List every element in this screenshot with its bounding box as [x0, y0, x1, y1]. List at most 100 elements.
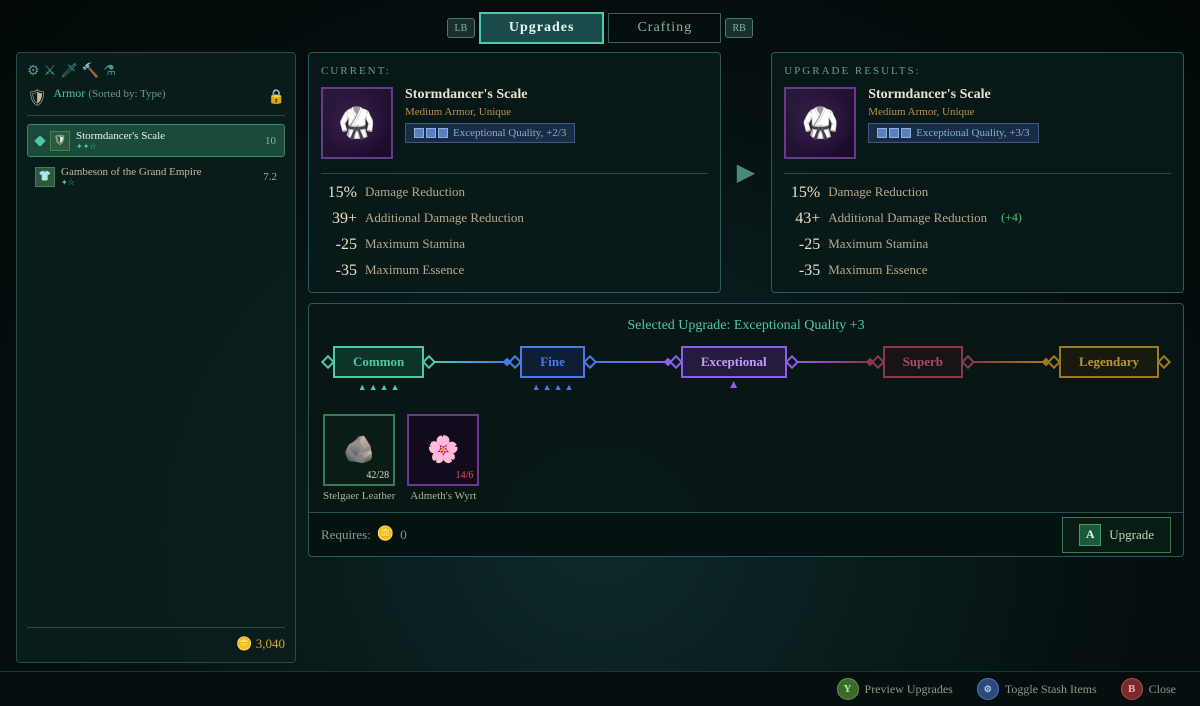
exceptional-diamond-right	[785, 355, 799, 369]
leather-count: 42/28	[366, 470, 389, 481]
upgrade-stat-value-2: 43+	[784, 210, 820, 228]
tier-exceptional[interactable]: Exceptional ▲	[671, 346, 797, 378]
superb-diamond-right	[961, 355, 975, 369]
armor-label: Armor (Sorted by: Type)	[53, 86, 165, 101]
common-star-1: ▲	[358, 382, 367, 392]
fine-star-4: ▲	[564, 382, 573, 392]
arrow-divider: ▶	[733, 52, 759, 293]
common-label: Common ▲ ▲ ▲ ▲	[333, 346, 424, 378]
item-name-stormdancer: Stormdancer's Scale	[76, 130, 259, 142]
upgrade-item-thumbnail: 🥋	[784, 87, 856, 159]
upgrade-stat-row-4: -35 Maximum Essence	[784, 262, 1171, 280]
current-item-info: Stormdancer's Scale Medium Armor, Unique…	[405, 87, 575, 159]
tier-fine[interactable]: Fine ▲ ▲ ▲ ▲	[510, 346, 595, 378]
tab-upgrades[interactable]: Upgrades	[479, 12, 605, 44]
connector-3	[797, 361, 867, 363]
shortcut-stash[interactable]: ⚙ Toggle Stash Items	[977, 678, 1097, 700]
connector-4	[973, 361, 1043, 363]
equip-icon: ⚙	[27, 63, 40, 80]
tier-legendary[interactable]: Legendary	[1049, 346, 1169, 378]
sidebar-bottom: ⚙ ⚔ 🗡 🔨 ⚗ 🛡 Armor (Sorted by: Type) �	[27, 63, 285, 652]
list-item-stormdancer[interactable]: 🛡 Stormdancer's Scale ✦✦☆ 10	[27, 124, 285, 157]
wyrt-name: Admeth's Wyrt	[410, 490, 476, 502]
upgrade-quality-badge: Exceptional Quality, +3/3	[868, 123, 1038, 143]
fine-star-3: ▲	[554, 382, 563, 392]
upgrade-stat-name-3: Maximum Stamina	[828, 236, 928, 253]
b-key: B	[1121, 678, 1143, 700]
stat-name: Maximum Essence	[365, 262, 464, 279]
common-star-4: ▲	[391, 382, 400, 392]
upgrade-button[interactable]: A Upgrade	[1062, 517, 1171, 553]
upgrade-tier-panel: Selected Upgrade: Exceptional Quality +3…	[308, 303, 1184, 557]
lock-icon: 🔒	[268, 89, 285, 106]
stat-name: Additional Damage Reduction	[365, 210, 524, 227]
upgrade-stat-name-4: Maximum Essence	[828, 262, 927, 279]
current-quality-dots	[414, 128, 448, 138]
page-wrapper: LB Upgrades Crafting RB ⚙ ⚔ 🗡 🔨 ⚗	[0, 0, 1200, 675]
stat-name: Damage Reduction	[365, 184, 465, 201]
shortcut-preview[interactable]: Y Preview Upgrades	[837, 678, 953, 700]
weapon-icon: ⚔	[44, 63, 57, 80]
stat-value: 15%	[321, 184, 357, 202]
current-quality-badge: Exceptional Quality, +2/3	[405, 123, 575, 143]
fine-star-2: ▲	[543, 382, 552, 392]
current-panel-title: CURRENT:	[321, 65, 708, 77]
lb-button[interactable]: LB	[447, 18, 475, 38]
upgrade-stat-row-1: 15% Damage Reduction	[784, 184, 1171, 202]
current-item-header: 🥋 Stormdancer's Scale Medium Armor, Uniq…	[321, 87, 708, 159]
item-score-stormdancer: 10	[265, 135, 276, 147]
main-layout: ⚙ ⚔ 🗡 🔨 ⚗ 🛡 Armor (Sorted by: Type) �	[0, 52, 1200, 671]
selected-upgrade-name: Exceptional Quality +3	[734, 318, 865, 333]
item-name-gambeson: Gambeson of the Grand Empire	[61, 166, 257, 178]
upgrade-stat-bonus-2: (+4)	[1001, 210, 1022, 225]
requires-section: Requires: 🪙 0	[321, 526, 407, 543]
connector-2	[595, 361, 665, 363]
requires-gold-icon: 🪙	[377, 526, 394, 543]
tier-common[interactable]: Common ▲ ▲ ▲ ▲	[323, 346, 434, 378]
requires-gold-amount: 0	[400, 527, 407, 543]
requires-label: Requires:	[321, 527, 371, 543]
upgrade-item-info: Stormdancer's Scale Medium Armor, Unique…	[868, 87, 1038, 159]
upgrade-panel-title: UPGRADE RESULTS:	[784, 65, 1171, 77]
shortcut-close[interactable]: B Close	[1121, 678, 1176, 700]
fine-diamond-right	[583, 355, 597, 369]
current-stat-list: 15% Damage Reduction 39+ Additional Dama…	[321, 173, 708, 280]
stash-key: ⚙	[977, 678, 999, 700]
upgrade-key: A	[1079, 524, 1101, 546]
item-score-gambeson: 7.2	[263, 171, 277, 183]
item-icon-armor2: 👕	[35, 167, 55, 187]
fine-star-1: ▲	[532, 382, 541, 392]
wyrt-count: 14/6	[456, 470, 474, 481]
list-item-gambeson[interactable]: 👕 Gambeson of the Grand Empire ✦☆ 7.2	[27, 161, 285, 192]
tab-crafting[interactable]: Crafting	[608, 13, 721, 43]
footer-bar: Y Preview Upgrades ⚙ Toggle Stash Items …	[0, 671, 1200, 706]
upgrade-quality-label: Exceptional Quality, +3/3	[916, 127, 1029, 139]
close-label: Close	[1149, 682, 1176, 697]
current-panel: CURRENT: 🥋 Stormdancer's Scale Medium Ar…	[308, 52, 721, 293]
upgrade-stat-list: 15% Damage Reduction 43+ Additional Dama…	[784, 173, 1171, 280]
rb-button[interactable]: RB	[725, 18, 753, 38]
materials-row: 🪨 42/28 Stelgaer Leather 🌸 14/6 Admeth's…	[323, 414, 1169, 502]
q-dot-u3	[901, 128, 911, 138]
upgrade-stat-name-1: Damage Reduction	[828, 184, 928, 201]
exceptional-star-1: ▲	[728, 377, 740, 392]
upgrade-stat-value-4: -35	[784, 262, 820, 280]
tier-superb[interactable]: Superb	[873, 346, 973, 378]
legendary-diamond-right	[1157, 355, 1171, 369]
current-item-type: Medium Armor, Unique	[405, 106, 575, 118]
item-icon-armor1: 🛡	[50, 131, 70, 151]
stat-value: -35	[321, 262, 357, 280]
superb-label: Superb	[883, 346, 963, 378]
item-stars-gambeson: ✦☆	[61, 178, 257, 187]
upgrade-button-label: Upgrade	[1109, 527, 1154, 543]
sidebar-icons: ⚙ ⚔ 🗡 🔨 ⚗	[27, 63, 285, 80]
stat-row: 39+ Additional Damage Reduction	[321, 210, 708, 228]
sidebar-list: ⚙ ⚔ 🗡 🔨 ⚗ 🛡 Armor (Sorted by: Type) �	[27, 63, 285, 627]
current-item-name: Stormdancer's Scale	[405, 87, 575, 103]
forge-icon: 🔨	[82, 63, 99, 80]
q-dot-3	[438, 128, 448, 138]
q-dot-u1	[877, 128, 887, 138]
material-item-leather: 🪨 42/28 Stelgaer Leather	[323, 414, 395, 502]
q-dot-1	[414, 128, 424, 138]
upgrade-item-type: Medium Armor, Unique	[868, 106, 1038, 118]
